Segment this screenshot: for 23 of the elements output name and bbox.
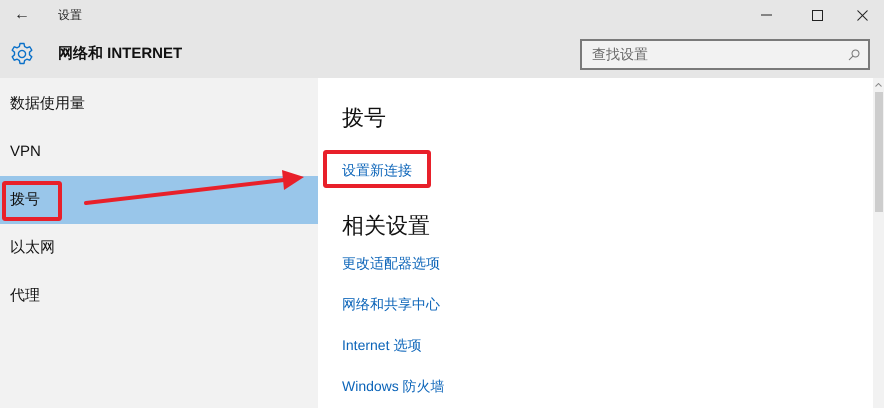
section-heading: 拨号 [342, 104, 387, 132]
settings-link[interactable]: Internet 选项 [342, 334, 422, 356]
scroll-up-icon[interactable] [875, 83, 882, 87]
settings-icon [10, 42, 34, 66]
sidebar-item[interactable]: 数据使用量 [0, 80, 318, 128]
page-title: 网络和 INTERNET [58, 44, 182, 64]
search-field[interactable]: 查找设置 [580, 38, 870, 70]
sidebar-item[interactable]: 代理 [0, 272, 318, 320]
close-icon[interactable] [857, 10, 868, 20]
minimize-icon[interactable] [761, 14, 772, 16]
search-icon [848, 48, 860, 60]
settings-link[interactable]: 设置新连接 [342, 160, 412, 180]
sidebar-item[interactable]: 拨号 [0, 176, 318, 224]
settings-link[interactable]: 网络和共享中心 [342, 294, 440, 314]
window-title: 设置 [58, 7, 82, 24]
section-heading: 相关设置 [342, 212, 431, 240]
settings-link[interactable]: 更改适配器选项 [342, 252, 440, 274]
maximize-icon[interactable] [812, 10, 823, 20]
settings-link[interactable]: Windows 防火墙 [342, 376, 445, 396]
sidebar-item[interactable]: VPN [0, 128, 318, 176]
back-button[interactable]: ← [0, 3, 44, 27]
sidebar-item[interactable]: 以太网 [0, 224, 318, 272]
scrollbar[interactable] [873, 78, 884, 408]
